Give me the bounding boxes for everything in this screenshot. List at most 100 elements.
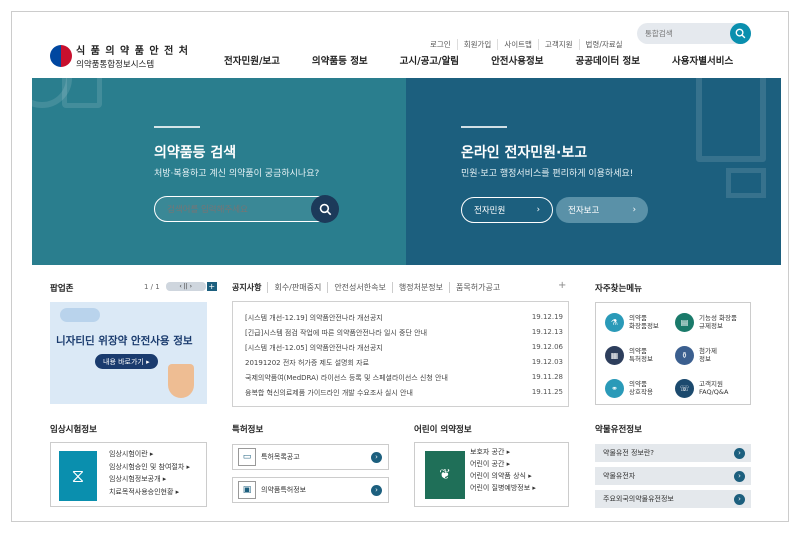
pharmgen-title: 약물유전정보: [595, 425, 642, 435]
login-link[interactable]: 로그인: [424, 39, 457, 50]
favorites-menu: ⚗ 의약품 화장품정보 ▤ 기능성 화장품 규제정보 ▦ 의약품 특허정보 ⚱ 첨가제…: [595, 302, 751, 405]
patent-card: ▭ 특허목록공고 › ▣ 의약품특허정보 ›: [232, 442, 389, 507]
list-item[interactable]: 국제의약품여(MedDRA) 라이선스 등록 및 스페셜라이선스 신청 안내 19…: [245, 373, 563, 383]
page-frame: 식 품 의 약 품 안 전 처 의약품통합정보시스템 로그인 회원가입 사이트맵…: [11, 11, 789, 522]
tab-approval[interactable]: 품목허가공고: [449, 282, 506, 293]
nav-e-civil[interactable]: 전자민원/보고: [224, 53, 280, 67]
nav-safety[interactable]: 안전사용정보: [491, 53, 543, 67]
tab-notice[interactable]: 공지사항: [232, 282, 267, 293]
e-report-button[interactable]: 전자보고 ›: [556, 197, 648, 223]
list-item[interactable]: [시스템 개선-12.19] 의약품안전나라 개선공지 19.12.19: [245, 313, 563, 323]
pharmgen-card: 약물유전 정보란? › 약물유전자 › 주요외국의약물유전정보 ›: [595, 442, 751, 508]
kids-link-knowledge[interactable]: 어린이 의약품 상식 ▸: [470, 470, 536, 482]
sitemap-link[interactable]: 사이트맵: [497, 39, 538, 50]
notice-more-icon[interactable]: +: [558, 280, 566, 291]
list-item[interactable]: 융복합 혁신의료제품 가이드라인 개발 수요조사 실시 안내 19.11.25: [245, 388, 563, 398]
law-data-link[interactable]: 법령/자료실: [578, 39, 629, 50]
list-item[interactable]: 20191202 전자 허가증 제도 설명회 자료 19.12.03: [245, 358, 563, 368]
patent-book-icon: ▣: [238, 481, 256, 499]
clinical-card: ⧖ 임상시험이란 ▸ 임상시험승인 및 참여절차 ▸ 임상시험정보공개 ▸ 치료…: [50, 442, 207, 507]
list-item[interactable]: [긴급]시스템 점검 작업에 따른 의약품안전나라 일시 중단 안내 19.12.…: [245, 328, 563, 338]
favorites-title: 자주찾는메뉴: [595, 284, 642, 294]
pill-bottle-icon: [168, 364, 194, 398]
e-civil-button[interactable]: 전자민원 ›: [461, 197, 553, 223]
tab-safety-letter[interactable]: 안전성서한속보: [327, 282, 392, 293]
chevron-right-icon: ›: [734, 470, 745, 482]
document-icon: ▦: [605, 346, 624, 365]
kids-link-guardian[interactable]: 보호자 공간 ▸: [470, 446, 536, 458]
clipboard-icon: ▤: [675, 313, 694, 332]
e-civil-title: 온라인 전자민원·보고: [461, 145, 588, 161]
pharmgen-link-foreign[interactable]: 주요외국의약물유전정보 ›: [595, 490, 751, 508]
nav-public-data[interactable]: 공공데이터 정보: [576, 53, 641, 67]
e-civil-subtitle: 민원·보고 행정서비스를 편리하게 이용하세요!: [461, 169, 634, 179]
e-civil-panel: 온라인 전자민원·보고 민원·보고 행정서비스를 편리하게 이용하세요! 전자민…: [406, 78, 781, 265]
signup-link[interactable]: 회원가입: [456, 39, 498, 50]
main-navigation: 전자민원/보고 의약품등 정보 고시/공고/알림 안전사용정보 공공데이터 정보…: [224, 53, 733, 67]
logo-subtitle: 의약품통합정보시스템: [76, 60, 155, 70]
drug-search-button[interactable]: [311, 195, 339, 223]
tab-admin-action[interactable]: 행정처분정보: [391, 282, 449, 293]
e-report-button-label: 전자보고: [568, 206, 600, 216]
pharmgen-link-about[interactable]: 약물유전 정보란? ›: [595, 444, 751, 462]
banner-title: 니자티딘 위장약 안전사용 정보: [56, 335, 193, 347]
drug-search-box: [154, 195, 339, 223]
document-deco-icon: [696, 78, 766, 162]
banner-more-button[interactable]: 내용 바로가기 ▸: [95, 354, 158, 369]
nav-drug-info[interactable]: 의약품등 정보: [312, 53, 368, 67]
nav-notice[interactable]: 고시/공고/알림: [400, 53, 459, 67]
search-icon: [319, 203, 331, 215]
support-link[interactable]: 고객지원: [537, 39, 579, 50]
kids-link-prevention[interactable]: 어린이 질병예방정보 ▸: [470, 482, 536, 494]
fav-interaction[interactable]: ⚭ 의약품 상호작용: [605, 379, 653, 398]
pharmgen-link-genes[interactable]: 약물유전자 ›: [595, 467, 751, 485]
chevron-right-icon: ›: [536, 205, 540, 215]
patent-list-link[interactable]: ▭ 특허목록공고 ›: [232, 444, 389, 470]
fav-drug-cosmetic[interactable]: ⚗ 의약품 화장품정보: [605, 313, 659, 332]
search-button[interactable]: [730, 23, 751, 44]
search-input[interactable]: [645, 26, 729, 41]
dna-icon: ⧖: [59, 451, 97, 501]
site-logo[interactable]: 식 품 의 약 품 안 전 처 의약품통합정보시스템: [50, 42, 189, 70]
bottle-icon: ⚗: [605, 313, 624, 332]
molecule-icon: ⚭: [605, 379, 624, 398]
clinical-link-disclosure[interactable]: 임상시험정보공개 ▸: [109, 473, 190, 486]
kids-link-children[interactable]: 어린이 공간 ▸: [470, 458, 536, 470]
fav-support[interactable]: ☏ 고객지원 FAQ/Q&A: [675, 379, 728, 398]
sprout-icon: ❦: [425, 451, 465, 499]
clinical-link-approval[interactable]: 임상시험승인 및 참여절차 ▸: [109, 461, 190, 474]
fav-additive[interactable]: ⚱ 첨가제 정보: [675, 346, 717, 365]
drug-search-title: 의약품등 검색: [154, 145, 237, 161]
patent-title: 특허정보: [232, 425, 264, 435]
search-icon: [735, 28, 746, 39]
clinical-link-about[interactable]: 임상시험이란 ▸: [109, 448, 190, 461]
popup-pager: 1 / 1 ‹ || › +: [144, 282, 217, 291]
e-civil-button-label: 전자민원: [474, 206, 506, 216]
chevron-right-icon: ›: [371, 484, 382, 496]
clinical-title: 임상시험정보: [50, 425, 97, 435]
kids-card: ❦ 보호자 공간 ▸ 어린이 공간 ▸ 어린이 의약품 상식 ▸ 어린이 질병예…: [414, 442, 569, 507]
chevron-right-icon: ›: [371, 451, 382, 463]
notice-list: [시스템 개선-12.19] 의약품안전나라 개선공지 19.12.19 [긴급]…: [232, 301, 569, 407]
drug-search-input[interactable]: [167, 202, 307, 217]
fav-functional-cosmetic[interactable]: ▤ 기능성 화장품 규제정보: [675, 313, 737, 332]
popup-banner[interactable]: 니자티딘 위장약 안전사용 정보 내용 바로가기 ▸: [50, 302, 207, 404]
popup-page-count: 1 / 1: [144, 282, 160, 291]
chevron-right-icon: ›: [734, 493, 745, 505]
clinical-link-treatment[interactable]: 치료목적사용승인현황 ▸: [109, 486, 190, 499]
popup-more-button[interactable]: +: [206, 282, 217, 291]
drug-search-panel: 의약품등 검색 처방·복용하고 계신 의약품이 궁금하시나요?: [32, 78, 406, 265]
chat-icon: ☏: [675, 379, 694, 398]
chevron-right-icon: ›: [632, 205, 636, 215]
fav-drug-patent[interactable]: ▦ 의약품 특허정보: [605, 346, 653, 365]
global-search: [637, 23, 751, 44]
list-item[interactable]: [시스템 개선-12.05] 의약품안전나라 개선공지 19.12.06: [245, 343, 563, 353]
popup-prev-pause-next[interactable]: ‹ || ›: [165, 282, 206, 291]
drug-search-subtitle: 처방·복용하고 계신 의약품이 궁금하시나요?: [154, 169, 320, 179]
notice-tabs: 공지사항 회수/판매중지 안전성서한속보 행정처분정보 품목허가공고: [232, 282, 506, 293]
tab-recall[interactable]: 회수/판매중지: [267, 282, 327, 293]
nav-user-service[interactable]: 사용자별서비스: [672, 53, 733, 67]
patent-info-link[interactable]: ▣ 의약품특허정보 ›: [232, 477, 389, 503]
government-emblem-icon: [50, 45, 72, 67]
chevron-right-icon: ›: [734, 447, 745, 459]
